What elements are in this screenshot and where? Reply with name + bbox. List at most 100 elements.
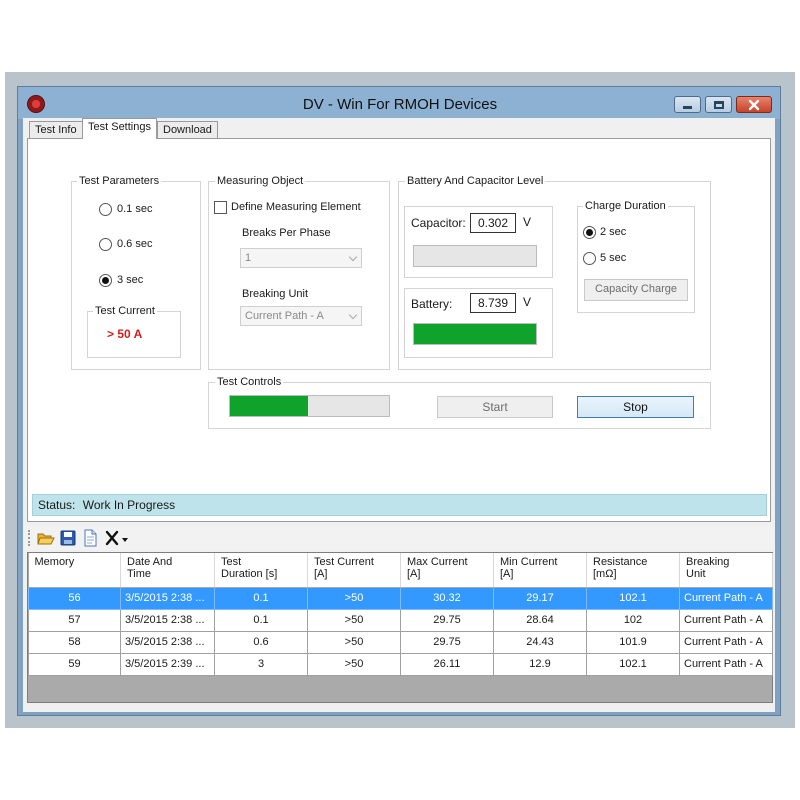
radio-0-6-sec[interactable] <box>99 238 112 251</box>
battery-level-fill <box>414 324 536 344</box>
table-cell[interactable]: 26.11 <box>400 652 494 676</box>
table-cell[interactable]: Current Path - A <box>679 586 773 610</box>
capacity-charge-button[interactable]: Capacity Charge <box>584 279 688 301</box>
table-row[interactable]: 59 3/5/2015 2:39 ... 3 >50 26.11 12.9 10… <box>28 652 773 676</box>
open-folder-icon[interactable] <box>37 530 55 549</box>
maximize-button[interactable] <box>705 96 732 113</box>
test-parameters-title: Test Parameters <box>77 175 162 187</box>
define-element-label[interactable]: Define Measuring Element <box>231 201 361 213</box>
status-bar: Status: Work In Progress <box>32 494 767 516</box>
table-row[interactable]: 57 3/5/2015 2:38 ... 0.1 >50 29.75 28.64… <box>28 608 773 632</box>
column-header[interactable]: Min Current [A] <box>493 553 587 588</box>
table-cell[interactable]: Current Path - A <box>679 652 773 676</box>
status-label: Status: <box>38 498 76 512</box>
table-cell[interactable]: 12.9 <box>493 652 587 676</box>
table-cell[interactable]: >50 <box>307 652 401 676</box>
table-cell[interactable]: 102.1 <box>586 652 680 676</box>
breaking-unit-label: Breaking Unit <box>242 288 309 300</box>
column-header[interactable]: Test Duration [s] <box>214 553 308 588</box>
radio-0-1-sec-label[interactable]: 0.1 sec <box>117 203 152 215</box>
radio-0-1-sec[interactable] <box>99 203 112 216</box>
table-row[interactable]: 58 3/5/2015 2:38 ... 0.6 >50 29.75 24.43… <box>28 630 773 654</box>
table-cell[interactable]: 3 <box>214 652 308 676</box>
table-cell[interactable]: 102 <box>586 608 680 632</box>
table-cell[interactable]: 59 <box>28 652 121 676</box>
header-line: [mΩ] <box>593 568 617 580</box>
radio-3-sec[interactable] <box>99 274 112 287</box>
table-cell[interactable]: 0.6 <box>214 630 308 654</box>
table-cell[interactable]: 3/5/2015 2:38 ... <box>120 608 215 632</box>
radio-5-sec-label[interactable]: 5 sec <box>600 252 626 264</box>
table-cell[interactable]: 3/5/2015 2:38 ... <box>120 630 215 654</box>
table-cell[interactable]: 24.43 <box>493 630 587 654</box>
column-header[interactable]: Memory <box>28 553 121 588</box>
save-icon[interactable] <box>60 530 76 549</box>
toolbar <box>24 526 774 550</box>
table-cell[interactable]: 0.1 <box>214 586 308 610</box>
close-button[interactable] <box>736 96 772 113</box>
table-cell[interactable]: 28.64 <box>493 608 587 632</box>
table-row[interactable]: 56 3/5/2015 2:38 ... 0.1 >50 30.32 29.17… <box>28 586 773 610</box>
table-cell[interactable]: >50 <box>307 608 401 632</box>
test-controls-title: Test Controls <box>215 376 284 388</box>
table-cell[interactable]: 0.1 <box>214 608 308 632</box>
table-cell[interactable]: 57 <box>28 608 121 632</box>
table-cell[interactable]: Current Path - A <box>679 630 773 654</box>
table-cell[interactable]: 58 <box>28 630 121 654</box>
window-title: DV - Win For RMOH Devices <box>302 96 498 113</box>
capacitor-label: Capacitor: <box>411 216 466 230</box>
table-cell[interactable]: 102.1 <box>586 586 680 610</box>
delete-icon[interactable] <box>105 530 129 549</box>
radio-2-sec-label[interactable]: 2 sec <box>600 226 626 238</box>
header-line: [A] <box>500 568 514 580</box>
chevron-down-icon <box>348 252 358 262</box>
header-line: Unit <box>686 568 706 580</box>
toolbar-grip <box>28 530 31 546</box>
minimize-icon <box>683 106 692 109</box>
tab-test-info[interactable]: Test Info <box>29 121 83 138</box>
table-cell[interactable]: Current Path - A <box>679 608 773 632</box>
capacitor-unit: V <box>523 215 532 229</box>
column-header[interactable]: Max Current [A] <box>400 553 494 588</box>
battery-capacitor-title: Battery And Capacitor Level <box>405 175 546 187</box>
breaking-unit-select[interactable]: Current Path - A <box>240 306 362 326</box>
table-cell[interactable]: >50 <box>307 630 401 654</box>
table-cell[interactable]: 3/5/2015 2:39 ... <box>120 652 215 676</box>
table-cell[interactable]: 56 <box>28 586 121 610</box>
stop-button[interactable]: Stop <box>577 396 694 418</box>
maximize-icon <box>713 100 724 109</box>
breaks-per-phase-select[interactable]: 1 <box>240 248 362 268</box>
table-cell[interactable]: 29.17 <box>493 586 587 610</box>
table-cell[interactable]: 30.32 <box>400 586 494 610</box>
results-table: Memory Date And Time Test Duration [s] Tes… <box>28 553 773 676</box>
column-header[interactable]: Resistance [mΩ] <box>586 553 680 588</box>
start-button[interactable]: Start <box>437 396 553 418</box>
radio-5-sec[interactable] <box>583 252 596 265</box>
tab-download[interactable]: Download <box>157 121 218 138</box>
battery-level-bar <box>413 323 537 345</box>
radio-2-sec[interactable] <box>583 226 596 239</box>
minimize-button[interactable] <box>674 96 701 113</box>
radio-3-sec-label[interactable]: 3 sec <box>117 274 143 286</box>
table-cell[interactable]: >50 <box>307 586 401 610</box>
radio-0-6-sec-label[interactable]: 0.6 sec <box>117 238 152 250</box>
breaks-per-phase-value: 1 <box>245 252 252 264</box>
app-icon <box>27 95 45 113</box>
table-cell[interactable]: 101.9 <box>586 630 680 654</box>
column-header[interactable]: Test Current [A] <box>307 553 401 588</box>
header-line: Breaking <box>686 556 730 568</box>
test-progress-fill <box>230 396 308 416</box>
table-cell[interactable]: 29.75 <box>400 608 494 632</box>
tab-test-settings[interactable]: Test Settings <box>82 118 157 139</box>
table-cell[interactable]: 3/5/2015 2:38 ... <box>120 586 215 610</box>
table-cell[interactable]: 29.75 <box>400 630 494 654</box>
column-header[interactable]: Breaking Unit <box>679 553 773 588</box>
breaking-unit-value: Current Path - A <box>245 310 324 322</box>
header-line: [A] <box>314 568 328 580</box>
document-icon[interactable] <box>82 529 98 550</box>
header-line: [A] <box>407 568 421 580</box>
header-line: Time <box>127 568 152 580</box>
define-element-checkbox[interactable] <box>214 201 227 214</box>
test-progress-bar <box>229 395 390 417</box>
column-header[interactable]: Date And Time <box>120 553 215 588</box>
